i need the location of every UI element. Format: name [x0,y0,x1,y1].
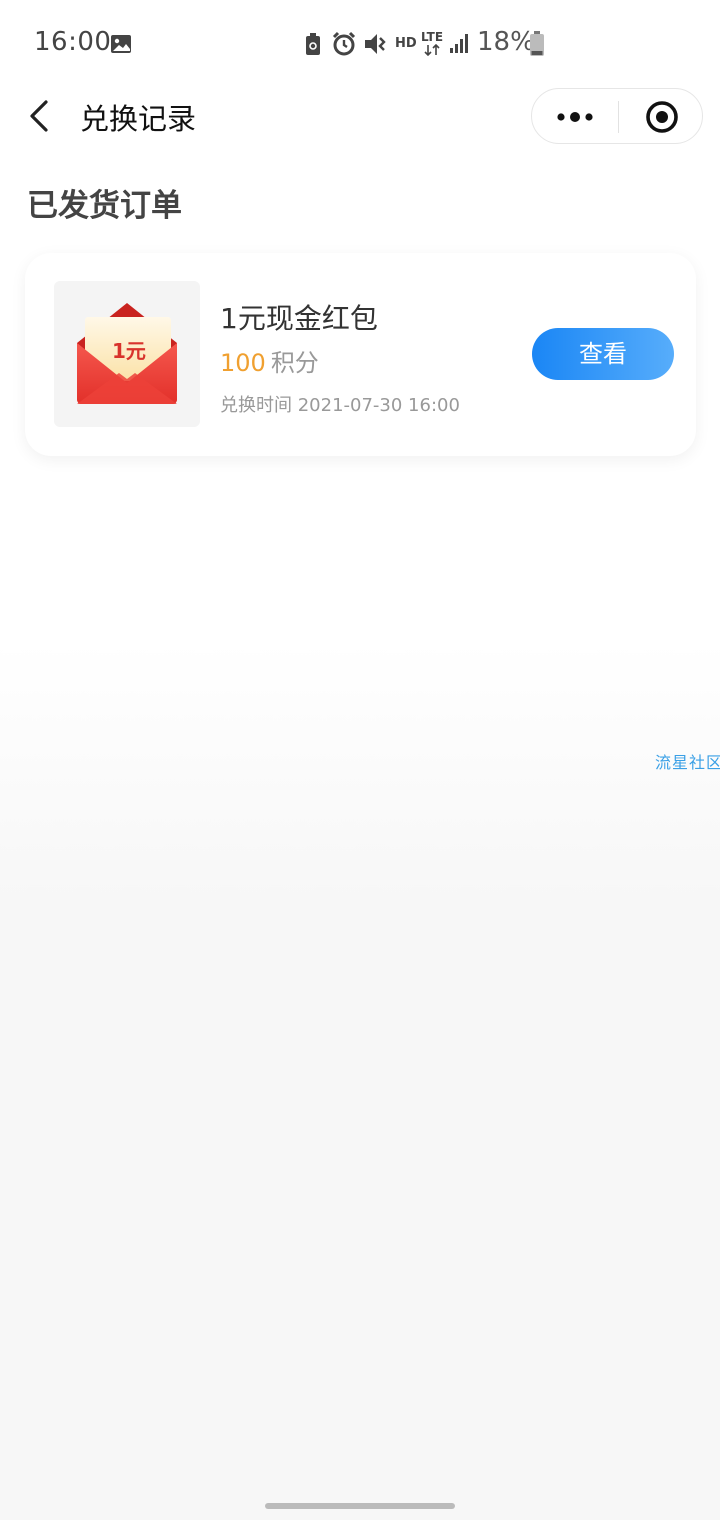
image-icon [110,34,132,58]
chevron-left-icon [30,100,48,132]
back-button[interactable] [22,94,62,138]
status-time: 16:00 [34,27,112,57]
signal-icon [449,32,469,58]
battery-saver-icon [304,32,322,60]
more-icon [557,112,593,122]
page-title: 兑换记录 [80,102,197,136]
more-button[interactable] [532,89,618,145]
alarm-icon [331,31,357,61]
watermark-text: 流星社区 [655,753,720,772]
status-bar: 16:00 HD LTE 18% [0,0,720,88]
home-indicator[interactable] [265,1503,455,1509]
points-row: 100 积分 [220,343,319,378]
lte-label: LTE [421,30,444,44]
close-mini-program-button[interactable] [619,89,704,145]
exchange-time: 兑换时间 2021-07-30 16:00 [220,395,460,416]
vibrate-icon [362,31,388,61]
battery-percent: 18% [477,27,535,57]
points-value: 100 [220,349,266,377]
target-icon [646,101,678,133]
section-title: 已发货订单 [27,188,182,224]
points-unit: 积分 [270,349,319,377]
hd-icon: HD [395,36,417,51]
item-name: 1元现金红包 [220,302,378,335]
product-thumbnail: 1元 [54,281,200,427]
battery-icon [529,31,545,61]
thumb-label: 1元 [112,339,146,363]
order-card: 1元 1元现金红包 100 积分 兑换时间 2021-07-30 16:00 查看 [25,253,696,456]
nav-bar: 兑换记录 [0,88,720,144]
mini-program-capsule [531,88,703,144]
lte-icon: LTE [421,30,443,58]
view-button[interactable]: 查看 [532,328,674,380]
